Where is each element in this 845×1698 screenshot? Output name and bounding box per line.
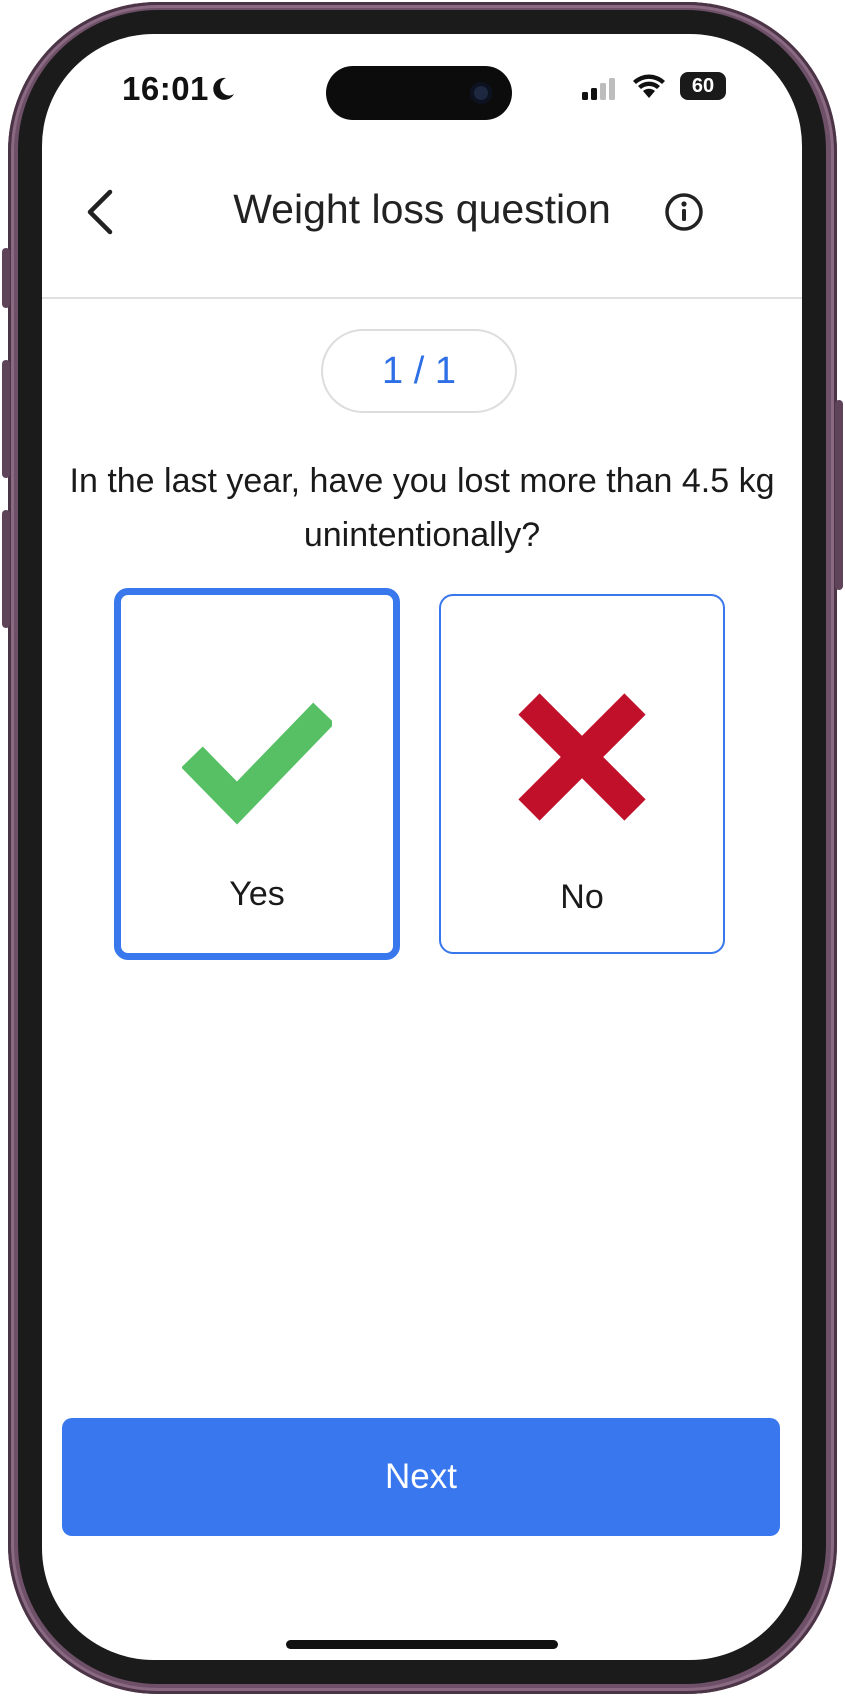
- dynamic-island: [326, 66, 512, 120]
- action-button: [2, 248, 10, 308]
- phone-screen: 16:01 60 Weight loss question 1 / 1 In t…: [42, 34, 802, 1660]
- page-title: Weight loss question: [233, 186, 611, 232]
- answer-no-label: No: [560, 878, 604, 916]
- header-divider: [42, 297, 802, 299]
- moon-icon: [213, 77, 234, 100]
- answer-no-card[interactable]: No: [439, 594, 725, 954]
- cellular-signal-icon: [582, 78, 615, 100]
- status-time: 16:01: [122, 70, 209, 107]
- info-icon: [665, 193, 703, 231]
- volume-down-button: [2, 510, 10, 628]
- battery-icon: 60: [680, 72, 726, 100]
- chevron-left-icon: [87, 189, 113, 235]
- checkmark-icon: [182, 702, 332, 825]
- app-stage: 16:01 60 Weight loss question 1 / 1 In t…: [0, 0, 845, 1698]
- volume-up-button: [2, 360, 10, 478]
- next-button[interactable]: Next: [62, 1418, 780, 1536]
- answer-yes-label: Yes: [229, 875, 285, 913]
- home-indicator[interactable]: [286, 1640, 558, 1649]
- cross-icon: [518, 693, 646, 821]
- answer-yes-card[interactable]: Yes: [114, 588, 400, 960]
- wifi-icon: [633, 74, 665, 98]
- info-button[interactable]: [656, 184, 712, 240]
- question-text: In the last year, have you lost more tha…: [69, 462, 775, 554]
- power-button: [835, 400, 843, 590]
- back-button[interactable]: [72, 182, 132, 242]
- progress-indicator: 1 / 1: [321, 329, 517, 413]
- camera-icon: [470, 82, 492, 104]
